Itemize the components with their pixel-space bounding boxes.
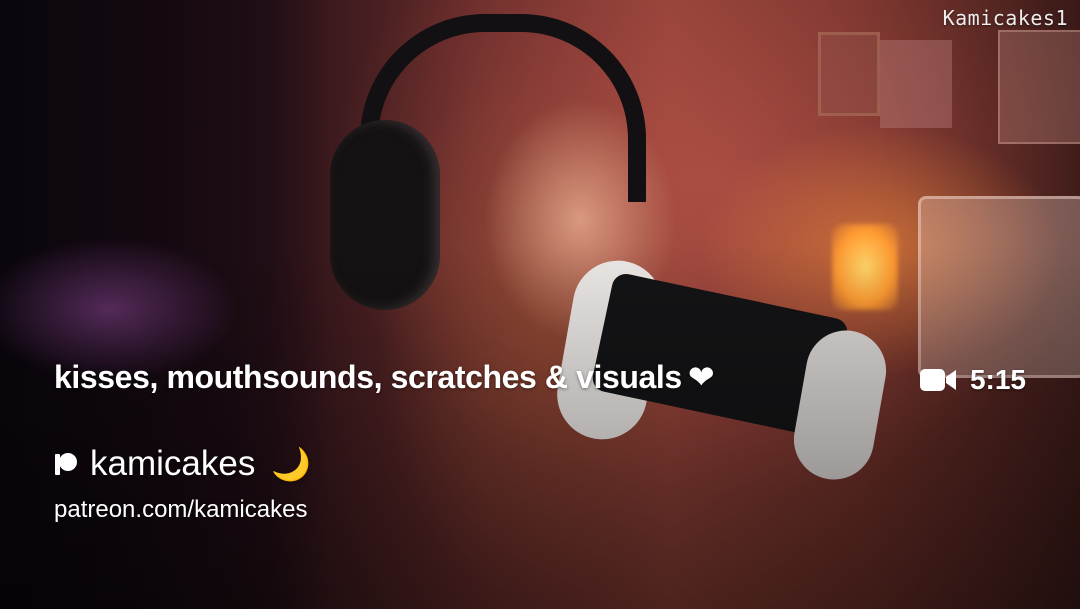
video-title[interactable]: kisses, mouthsounds, scratches & visuals…: [54, 358, 715, 396]
video-camera-icon: [919, 369, 956, 391]
watermark: Kamicakes1: [942, 6, 1068, 30]
creator-name[interactable]: kamicakes 🌙: [54, 444, 311, 484]
creator-url-link[interactable]: patreon.com/kamicakes: [54, 496, 307, 524]
video-title-text: kisses, mouthsounds, scratches & visuals: [54, 359, 682, 395]
heart-icon: ❤: [687, 359, 715, 395]
moon-icon: 🌙: [271, 446, 312, 482]
creator-name-text: kamicakes: [90, 444, 256, 483]
duration-text: 5:15: [969, 364, 1026, 395]
video-card[interactable]: Kamicakes1 kisses, mouthsounds, scratche…: [0, 0, 1080, 609]
video-duration: 5:15: [919, 364, 1026, 396]
patreon-icon: [55, 453, 77, 475]
